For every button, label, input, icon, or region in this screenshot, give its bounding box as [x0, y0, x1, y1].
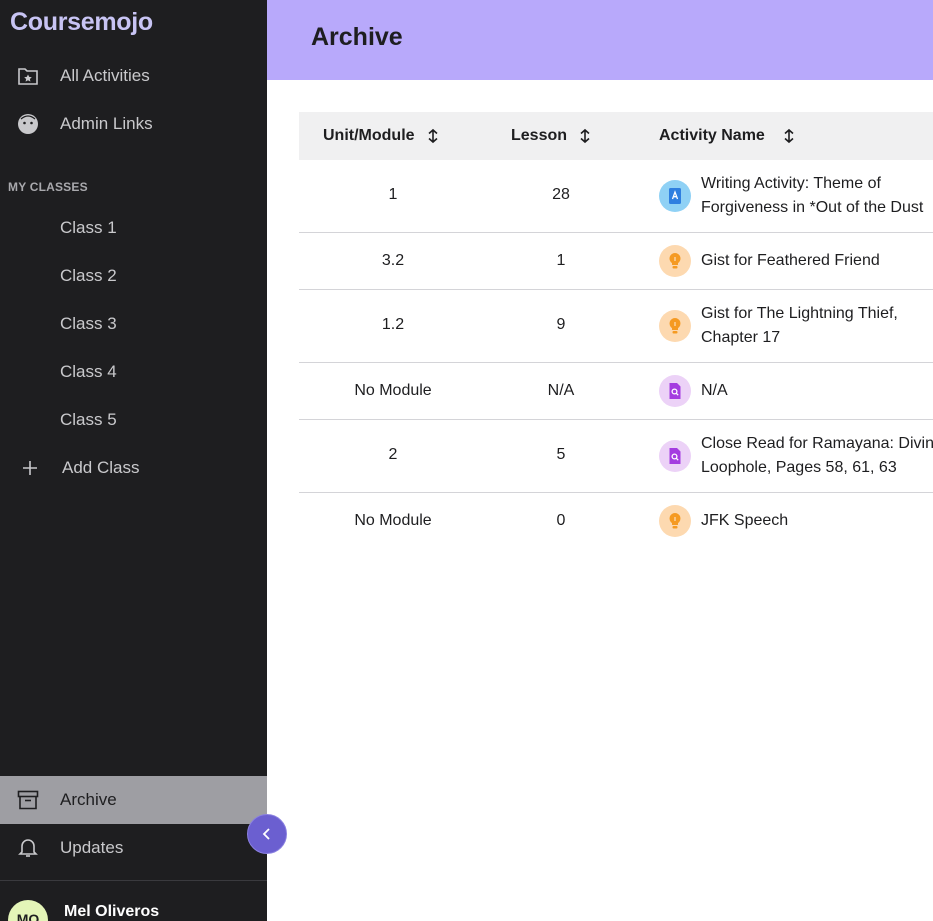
add-class-button[interactable]: Add Class — [0, 444, 267, 492]
column-header-label: Unit/Module — [323, 127, 415, 144]
sidebar-item-label: Class 3 — [60, 314, 117, 333]
writing-activity-icon — [659, 180, 691, 212]
cell-unit: 3.2 — [381, 252, 405, 269]
activity-name-line: Writing Activity: Theme of — [701, 175, 881, 192]
cell-activity-name[interactable]: Gist for The Lightning Thief, Chapter 17 — [701, 302, 933, 350]
archive-table: Unit/Module Lesson Activity Name 1 28 Wr… — [299, 112, 933, 550]
column-header-label: Lesson — [511, 127, 568, 144]
sidebar-item-all-activities[interactable]: All Activities — [0, 52, 267, 100]
section-label-my-classes: MY CLASSES — [8, 180, 88, 194]
cell-unit: 2 — [388, 446, 398, 463]
cell-unit: No Module — [354, 382, 432, 399]
face-icon — [17, 113, 39, 135]
sort-icon — [427, 128, 439, 144]
table-row[interactable]: No Module N/A N/A — [299, 363, 933, 420]
archive-box-icon — [17, 789, 39, 811]
sidebar-item-updates[interactable]: Updates — [0, 824, 267, 872]
cell-activity-name[interactable]: N/A — [701, 379, 933, 403]
cell-lesson: 9 — [556, 316, 566, 333]
close-read-icon — [659, 440, 691, 472]
sidebar-item-label: Class 4 — [60, 362, 117, 381]
close-read-icon — [659, 375, 691, 407]
cell-activity-name[interactable]: JFK Speech — [701, 509, 933, 533]
bell-icon — [17, 837, 39, 859]
sidebar-item-admin-links[interactable]: Admin Links — [0, 100, 267, 148]
avatar[interactable]: MO — [8, 900, 48, 921]
table-row[interactable]: 3.2 1 Gist for Feathered Friend — [299, 233, 933, 290]
cell-activity-name[interactable]: Writing Activity: Theme of Forgiveness i… — [701, 172, 933, 220]
cell-activity-name[interactable]: Close Read for Ramayana: Divine Loophole… — [701, 432, 933, 480]
cell-lesson: N/A — [547, 382, 575, 399]
column-header-lesson[interactable]: Lesson — [511, 112, 591, 160]
sidebar-item-label: Archive — [60, 790, 117, 809]
sidebar: Coursemojo All Activities Admin Links MY… — [0, 0, 267, 921]
activity-name-line: Chapter 17 — [701, 329, 781, 346]
sidebar-item-class-4[interactable]: Class 4 — [0, 348, 267, 396]
cell-unit: 1 — [388, 186, 398, 203]
cell-activity-name[interactable]: Gist for Feathered Friend — [701, 249, 933, 273]
sidebar-item-label: Class 5 — [60, 410, 117, 429]
sidebar-item-class-1[interactable]: Class 1 — [0, 204, 267, 252]
gist-lightbulb-icon — [659, 310, 691, 342]
plus-icon — [19, 457, 41, 479]
page-title: Archive — [311, 23, 403, 51]
table-row[interactable]: No Module 0 JFK Speech — [299, 493, 933, 550]
page-header: Archive — [267, 0, 933, 80]
cell-unit: 1.2 — [381, 316, 405, 333]
collapse-sidebar-button[interactable] — [247, 814, 287, 854]
table-row[interactable]: 1 28 Writing Activity: Theme of Forgiven… — [299, 160, 933, 233]
add-class-label: Add Class — [62, 458, 140, 477]
sidebar-item-label: Class 1 — [60, 218, 117, 237]
sidebar-item-label: All Activities — [60, 66, 150, 85]
activity-name-line: Gist for Feathered Friend — [701, 252, 880, 269]
cell-lesson: 28 — [552, 186, 570, 203]
activity-name-line: JFK Speech — [701, 512, 789, 529]
sidebar-item-label: Admin Links — [60, 114, 153, 133]
user-name: Mel Oliveros — [64, 903, 160, 920]
sidebar-item-class-2[interactable]: Class 2 — [0, 252, 267, 300]
gist-lightbulb-icon — [659, 245, 691, 277]
sidebar-item-class-5[interactable]: Class 5 — [0, 396, 267, 444]
cell-unit: No Module — [354, 512, 432, 529]
gist-lightbulb-icon — [659, 505, 691, 537]
chevron-left-icon — [261, 827, 273, 841]
column-header-activity-name[interactable]: Activity Name — [659, 112, 795, 160]
activity-name-line: N/A — [701, 382, 728, 399]
sort-icon — [579, 128, 591, 144]
cell-lesson: 0 — [556, 512, 566, 529]
sidebar-item-label: Updates — [60, 838, 124, 857]
cell-lesson: 5 — [556, 446, 566, 463]
activity-name-line: Loophole, Pages 58, 61, 63 — [701, 459, 897, 476]
column-header-label: Activity Name — [659, 127, 765, 144]
table-header: Unit/Module Lesson Activity Name — [299, 112, 933, 160]
star-folder-icon — [17, 65, 39, 87]
activity-name-line: Forgiveness in *Out of the Dust — [701, 199, 924, 216]
sidebar-divider — [0, 880, 267, 881]
sidebar-item-label: Class 2 — [60, 266, 117, 285]
activity-name-line: Gist for The Lightning Thief, — [701, 305, 898, 322]
table-row[interactable]: 2 5 Close Read for Ramayana: Divine Loop… — [299, 420, 933, 493]
logo[interactable]: Coursemojo — [10, 8, 153, 37]
activity-name-line: Close Read for Ramayana: Divine — [701, 435, 933, 452]
sort-icon — [783, 128, 795, 144]
cell-lesson: 1 — [556, 252, 566, 269]
sidebar-item-class-3[interactable]: Class 3 — [0, 300, 267, 348]
sidebar-item-archive[interactable]: Archive — [0, 776, 267, 824]
table-row[interactable]: 1.2 9 Gist for The Lightning Thief, Chap… — [299, 290, 933, 363]
column-header-unit-module[interactable]: Unit/Module — [323, 112, 439, 160]
